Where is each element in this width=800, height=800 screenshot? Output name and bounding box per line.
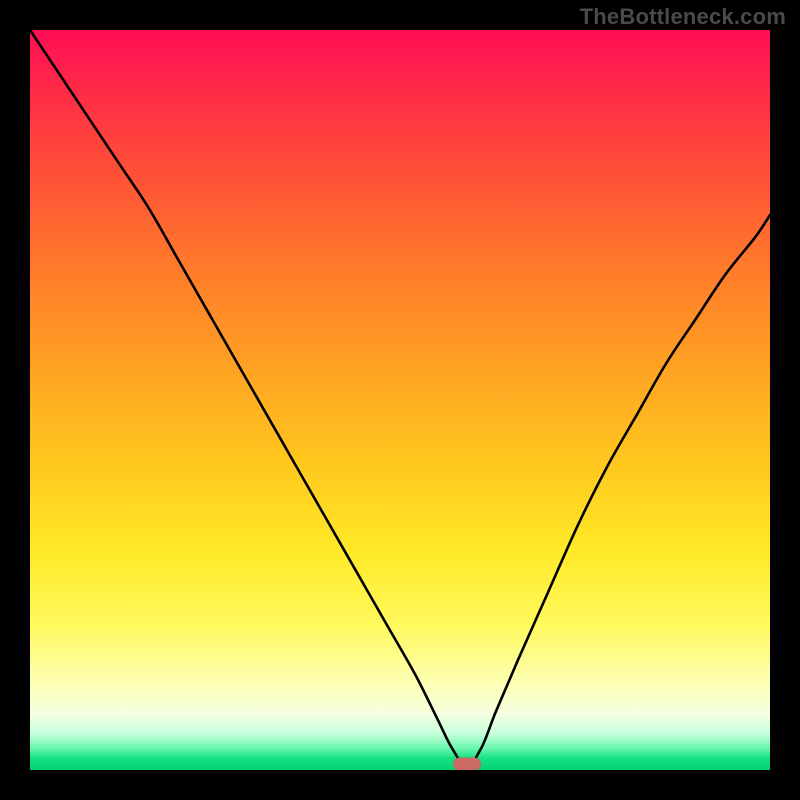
optimum-marker — [453, 758, 481, 770]
attribution-text: TheBottleneck.com — [580, 4, 786, 30]
chart-frame: TheBottleneck.com — [0, 0, 800, 800]
plot-area — [30, 30, 770, 770]
curve-layer — [30, 30, 770, 770]
bottleneck-curve — [30, 30, 770, 766]
